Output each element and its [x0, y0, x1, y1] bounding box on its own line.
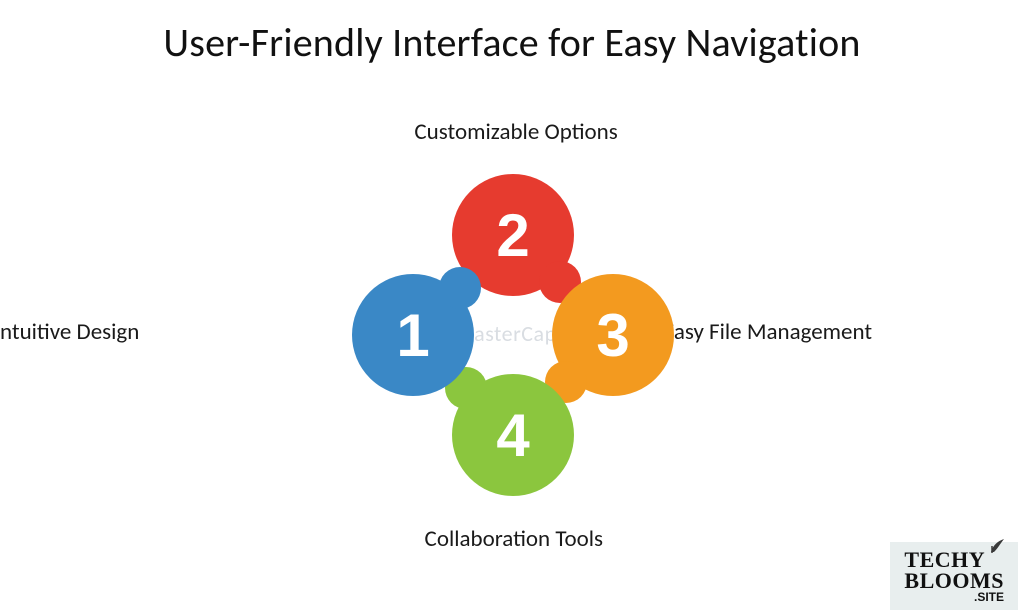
- site-badge-line1: TECHY: [904, 550, 1004, 571]
- label-left: ntuitive Design: [0, 318, 139, 346]
- leaf-icon: [988, 536, 1006, 557]
- slide: User-Friendly Interface for Easy Navigat…: [0, 0, 1024, 614]
- label-bottom: Collaboration Tools: [425, 525, 603, 553]
- diagram-shapes: [366, 188, 660, 482]
- label-top: Customizable Options: [414, 118, 617, 146]
- site-badge-text1: TECHY: [904, 547, 985, 572]
- label-right: Easy File Management: [663, 318, 872, 346]
- site-badge: TECHY BLOOMS .SITE: [890, 542, 1018, 610]
- site-badge-line2: BLOOMS: [904, 571, 1004, 592]
- four-node-diagram: 2 3 4 1: [366, 188, 660, 482]
- slide-title: User-Friendly Interface for Easy Navigat…: [0, 18, 1024, 67]
